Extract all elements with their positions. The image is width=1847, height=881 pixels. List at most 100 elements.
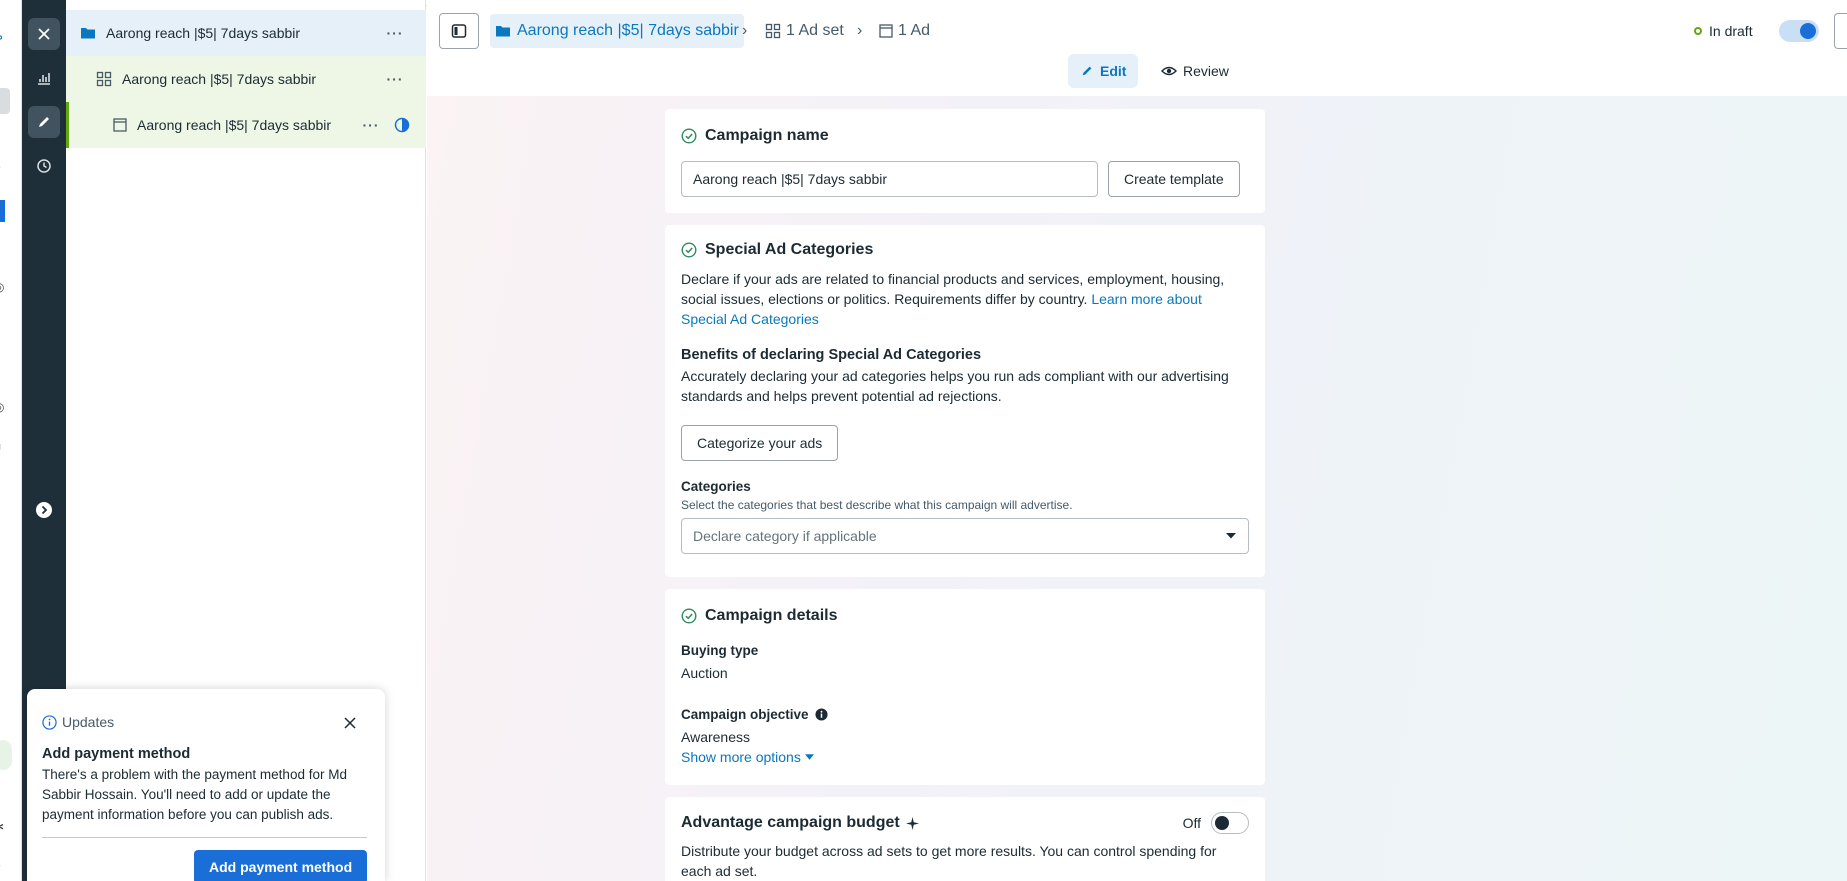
updates-popup: Updates Add payment method There's a pro…: [27, 689, 385, 881]
list-active-indicator[interactable]: [0, 200, 5, 222]
info-icon[interactable]: [815, 708, 828, 721]
info-outline-icon: [42, 714, 57, 730]
show-more-options-link[interactable]: Show more options: [681, 747, 814, 767]
sparkle-icon: [905, 816, 919, 830]
ad-more-button[interactable]: ···: [356, 117, 386, 133]
clipped-header-button[interactable]: [1834, 13, 1847, 49]
chevron-right-circle-icon: [36, 502, 52, 518]
book-icon[interactable]: ▯: [0, 320, 8, 334]
campaign-details-card: Campaign details Buying type Auction Cam…: [665, 589, 1265, 785]
close-editor-button[interactable]: [28, 18, 60, 50]
adset-grid-icon: [765, 23, 781, 39]
settings-icon[interactable]: ✲: [0, 820, 8, 834]
campaign-name-heading: Campaign name: [681, 127, 829, 145]
caret-down-icon: [1226, 533, 1236, 539]
history-button[interactable]: [28, 150, 60, 182]
toggle-panel-button[interactable]: [439, 13, 479, 49]
special-ad-title: Special Ad Categories: [705, 241, 874, 258]
tab-review-label: Review: [1183, 63, 1229, 79]
sidebar-toggle-icon: [451, 24, 467, 38]
create-template-button[interactable]: Create template: [1108, 161, 1240, 197]
categories-select[interactable]: Declare category if applicable: [681, 518, 1249, 554]
adset-grid-icon: [96, 71, 112, 87]
breadcrumb-ad-label: 1 Ad: [898, 22, 931, 39]
globe-icon[interactable]: ◔: [0, 160, 8, 174]
breadcrumb-adset-label: 1 Ad set: [786, 22, 844, 39]
buying-type-label: Buying type: [681, 643, 759, 658]
campaign-details-heading: Campaign details: [681, 607, 837, 625]
status-bubble[interactable]: [0, 740, 12, 770]
budget-toggle[interactable]: [1211, 812, 1249, 834]
graph-icon[interactable]: ◎: [0, 400, 8, 414]
pencil-icon: [1082, 66, 1092, 76]
draft-toggle[interactable]: [1779, 20, 1819, 42]
special-ad-categories-card: Special Ad Categories Declare if your ad…: [665, 225, 1265, 577]
account-avatar[interactable]: [0, 88, 10, 114]
menu-icon[interactable]: ≡: [0, 440, 8, 454]
draft-dot-icon: [1694, 27, 1702, 35]
breadcrumb-campaign[interactable]: Aarong reach |$5| 7days sabbir: [490, 14, 744, 48]
campaign-more-button[interactable]: ···: [380, 25, 410, 41]
breadcrumb-ad[interactable]: 1 Ad: [879, 14, 930, 48]
edit-mode-button[interactable]: [28, 106, 60, 138]
page-icon[interactable]: ▯: [0, 780, 8, 794]
insights-button[interactable]: [28, 62, 60, 94]
budget-toggle-label: Off: [1182, 815, 1201, 831]
add-payment-method-button[interactable]: Add payment method: [194, 850, 368, 881]
ad-page-icon: [879, 24, 893, 38]
budget-title: Advantage campaign budget: [681, 814, 900, 831]
objective-label-row: Campaign objective: [681, 707, 828, 722]
adset-more-button[interactable]: ···: [380, 71, 410, 87]
expand-rail-button[interactable]: [28, 494, 60, 526]
budget-description: Distribute your budget across ad sets to…: [681, 843, 1217, 879]
campaign-name-input[interactable]: Aarong reach |$5| 7days sabbir: [681, 161, 1098, 197]
check-circle-icon: [681, 608, 697, 624]
help-icon[interactable]: ◔: [0, 858, 8, 872]
objective-value: Awareness: [681, 729, 751, 745]
eye-icon: [1161, 66, 1177, 76]
popup-divider: [42, 837, 367, 838]
check-circle-icon: [681, 128, 697, 144]
updates-header: Updates: [42, 714, 114, 730]
caret-down-icon: [804, 754, 814, 760]
buying-type-value: Auction: [681, 665, 728, 681]
pencil-icon: [39, 117, 49, 127]
tab-edit-label: Edit: [1100, 63, 1127, 79]
popup-title: Add payment method: [42, 746, 191, 762]
breadcrumb-campaign-label: Aarong reach |$5| 7days sabbir: [517, 22, 739, 39]
half-circle-status-icon[interactable]: [394, 117, 410, 133]
tab-edit[interactable]: Edit: [1068, 54, 1139, 88]
breadcrumb-adset[interactable]: 1 Ad set: [765, 14, 844, 48]
tab-review[interactable]: Review: [1149, 54, 1241, 88]
tree-item-campaign[interactable]: Aarong reach |$5| 7days sabbir ···: [66, 10, 426, 56]
close-icon: [38, 28, 50, 40]
editor-header: Aarong reach |$5| 7days sabbir › 1 Ad se…: [427, 0, 1847, 96]
draft-status-label: In draft: [1709, 23, 1753, 39]
budget-heading: Advantage campaign budget: [681, 814, 919, 832]
breadcrumb-separator: ›: [742, 22, 748, 39]
draft-status: In draft: [1694, 14, 1753, 48]
advantage-budget-card: Advantage campaign budget Off Distribute…: [665, 797, 1265, 881]
global-nav-rail: ∞ ◔ ▯ ◎ ▯ ▯ ◎ ≡ ▯ ✲ ◔: [0, 0, 22, 881]
categories-label: Categories: [681, 479, 751, 494]
tree-item-ad[interactable]: Aarong reach |$5| 7days sabbir ···: [66, 102, 426, 148]
budget-toggle-row: Off: [1183, 812, 1249, 834]
benefits-title: Benefits of declaring Special Ad Categor…: [681, 347, 982, 363]
benefits-description: Accurately declaring your ad categories …: [681, 368, 1229, 404]
database-icon[interactable]: ▯: [0, 360, 8, 374]
objective-label: Campaign objective: [681, 707, 809, 722]
tree-adset-label: Aarong reach |$5| 7days sabbir: [122, 71, 317, 87]
tree-item-adset[interactable]: Aarong reach |$5| 7days sabbir ···: [66, 56, 426, 102]
tree-campaign-label: Aarong reach |$5| 7days sabbir: [106, 25, 301, 41]
people-icon[interactable]: ◎: [0, 280, 8, 294]
categories-placeholder: Declare category if applicable: [693, 528, 877, 544]
show-more-label: Show more options: [681, 749, 801, 765]
meta-logo-icon[interactable]: ∞: [0, 30, 8, 44]
close-icon[interactable]: [343, 716, 357, 730]
categorize-ads-button[interactable]: Categorize your ads: [681, 425, 839, 461]
document-icon[interactable]: ▯: [0, 240, 8, 254]
updates-header-label: Updates: [62, 714, 115, 730]
popup-body: There's a problem with the payment metho…: [42, 767, 347, 822]
folder-icon: [81, 28, 95, 39]
campaign-name-title: Campaign name: [705, 127, 829, 144]
